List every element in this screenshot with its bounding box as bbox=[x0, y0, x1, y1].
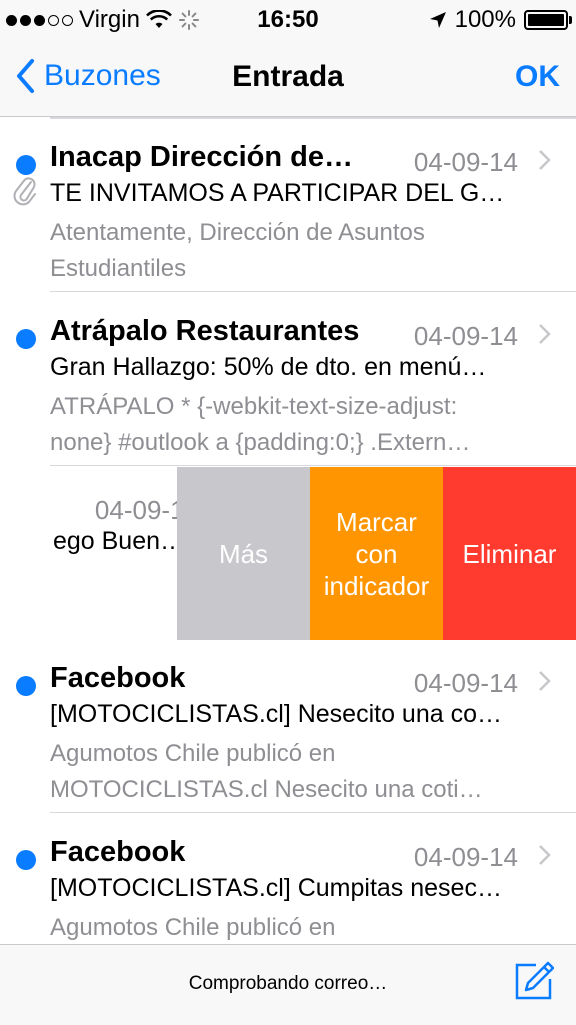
page-title: Entrada bbox=[232, 60, 344, 93]
message-date: 04-09-14 bbox=[413, 147, 518, 177]
message-row[interactable]: Atrápalo Restaurantes 04-09-14 Gran Hall… bbox=[0, 293, 576, 466]
compose-icon[interactable] bbox=[514, 961, 554, 1001]
message-preview: ATRÁPALO * {-webkit-text-size-adjust: no… bbox=[50, 389, 540, 461]
message-preview: Agumotos Chile publicó en bbox=[50, 910, 540, 944]
battery-icon bbox=[524, 10, 572, 30]
message-preview-line: none} #outlook a {padding:0;} .Extern… bbox=[50, 429, 471, 456]
message-sender: Atrápalo Restaurantes bbox=[50, 315, 360, 347]
bottom-toolbar: Comprobando correo… bbox=[0, 944, 576, 1025]
unread-dot-icon bbox=[16, 155, 36, 175]
mail-check-status: Comprobando correo… bbox=[188, 973, 388, 994]
message-row[interactable]: Facebook 04-09-14 [MOTOCICLISTAS.cl] Cum… bbox=[0, 814, 576, 944]
swiped-message-row[interactable]: 04-09-14 ego Buen… Más Marcar con indica… bbox=[0, 467, 576, 640]
message-date: 04-09-14 bbox=[413, 842, 518, 872]
message-sender: Inacap Dirección de… bbox=[50, 141, 353, 173]
message-list: Inacap Dirección de… 04-09-14 TE INVITAM… bbox=[0, 117, 576, 944]
unread-dot-icon bbox=[16, 329, 36, 349]
top-bar: Virgin 16:50 100% Buzones Entrada OK bbox=[0, 0, 576, 117]
disclosure-chevron-icon bbox=[539, 671, 551, 691]
message-subject: [MOTOCICLISTAS.cl] Cumpitas nesec… bbox=[50, 874, 502, 902]
message-preview: Agumotos Chile publicó en MOTOCICLISTAS.… bbox=[50, 736, 540, 808]
swipe-actions: Más Marcar con indicador Eliminar bbox=[177, 467, 576, 640]
flag-action-label-line: indicador bbox=[323, 570, 430, 601]
message-subject: ego Buen… bbox=[52, 527, 185, 555]
attachment-icon bbox=[13, 177, 36, 206]
message-subject: Gran Hallazgo: 50% de dto. en menú… bbox=[50, 353, 487, 381]
flag-action-label-line: Marcar bbox=[336, 506, 417, 537]
status-right: 100% bbox=[429, 6, 572, 34]
status-bar: Virgin 16:50 100% bbox=[0, 0, 576, 40]
unread-dot-icon bbox=[16, 676, 36, 696]
message-row[interactable]: Inacap Dirección de… 04-09-14 TE INVITAM… bbox=[0, 119, 576, 292]
message-preview-line: Agumotos Chile publicó en bbox=[50, 914, 336, 941]
message-preview-line: Agumotos Chile publicó en bbox=[50, 740, 336, 767]
more-action-label: Más bbox=[218, 538, 269, 569]
more-action-button[interactable]: Más bbox=[177, 467, 310, 640]
message-preview-line: Atentamente, Dirección de Asuntos bbox=[50, 219, 425, 246]
flag-action-label-line: con bbox=[355, 538, 398, 569]
flag-action-button[interactable]: Marcar con indicador bbox=[310, 467, 443, 640]
message-subject: [MOTOCICLISTAS.cl] Nesecito una co… bbox=[50, 700, 502, 728]
delete-action-label: Eliminar bbox=[462, 538, 557, 569]
unread-dot-icon bbox=[16, 850, 36, 870]
message-sender: Facebook bbox=[50, 662, 186, 694]
disclosure-chevron-icon bbox=[539, 324, 551, 344]
battery-percentage: 100% bbox=[454, 6, 516, 33]
message-preview: Atentamente, Dirección de Asuntos Estudi… bbox=[50, 215, 540, 287]
row-separator bbox=[50, 291, 576, 292]
message-preview-line: ATRÁPALO * {-webkit-text-size-adjust: bbox=[50, 393, 458, 420]
message-preview-line: MOTOCICLISTAS.cl Nesecito una coti… bbox=[50, 776, 483, 803]
ok-button[interactable]: OK bbox=[515, 60, 560, 94]
message-row[interactable]: Facebook 04-09-14 [MOTOCICLISTAS.cl] Nes… bbox=[0, 640, 576, 813]
navigation-bar: Buzones Entrada OK bbox=[0, 40, 576, 116]
flag-action-label: Marcar con indicador bbox=[324, 506, 430, 602]
message-subject: TE INVITAMOS A PARTICIPAR DEL G… bbox=[50, 179, 505, 207]
message-date: 04-09-14 bbox=[413, 321, 518, 351]
delete-action-button[interactable]: Eliminar bbox=[443, 467, 576, 640]
row-separator bbox=[50, 812, 576, 813]
message-sender: Facebook bbox=[50, 836, 186, 868]
message-preview-line: Estudiantiles bbox=[50, 255, 187, 282]
row-separator bbox=[50, 465, 576, 466]
disclosure-chevron-icon bbox=[539, 845, 551, 865]
disclosure-chevron-icon bbox=[539, 150, 551, 170]
location-arrow-icon bbox=[429, 12, 446, 28]
message-date: 04-09-14 bbox=[413, 668, 518, 698]
